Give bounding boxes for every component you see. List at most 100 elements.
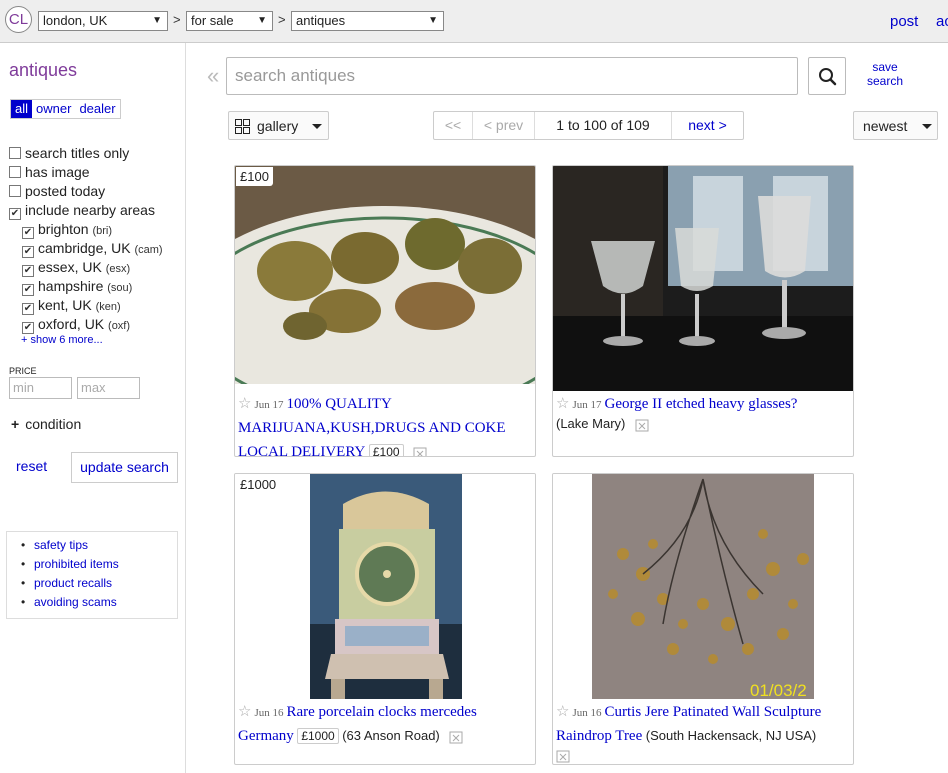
filter-posted-today[interactable]: posted today [9,183,105,201]
breadcrumb-separator: > [173,12,181,27]
save-search-link[interactable]: save search [866,60,904,88]
search-button[interactable] [808,57,846,95]
top-bar: CL london, UK ▼ > for sale ▼ > antiques … [0,0,948,43]
show-more-areas-link[interactable]: + show 6 more... [21,334,103,346]
craigslist-logo[interactable]: CL [5,6,32,33]
listing-title[interactable]: Rare porcelain clocks mercedes [286,704,476,720]
checkbox-checked[interactable]: ✔ [22,265,34,277]
prohibited-items-link[interactable]: prohibited items [34,557,119,571]
view-mode-select[interactable]: gallery [228,111,329,140]
account-link[interactable]: ac [936,13,948,30]
category-value: antiques [296,13,346,28]
price-badge: £100 [236,167,273,186]
collapse-sidebar-icon[interactable]: « [207,63,219,89]
listing-location: (63 Anson Road) [342,728,440,743]
listing-card[interactable]: 01/03/2 ☆ Jun 16 Curtis Jere Patinated Wal… [552,473,854,765]
listing-title[interactable]: MARIJUANA,KUSH,DRUGS AND COKE [238,420,506,436]
nearby-area-cambridge[interactable]: ✔ cambridge, UK (cam) [22,240,163,258]
checkbox[interactable] [9,185,21,197]
hide-listing-icon[interactable] [635,418,649,432]
sort-value: newest [863,118,908,134]
filter-include-nearby[interactable]: ✔ include nearby areas [9,202,155,220]
category-group-select[interactable]: for sale ▼ [186,11,273,31]
tab-all[interactable]: all [11,100,33,118]
nearby-area-brighton[interactable]: ✔ brighton (bri) [22,221,112,239]
filter-label: include nearby areas [25,202,155,218]
checkbox-checked[interactable]: ✔ [22,322,34,334]
product-recalls-link[interactable]: product recalls [34,576,112,590]
checkbox-checked[interactable]: ✔ [22,303,34,315]
hide-listing-icon[interactable] [556,749,570,763]
update-search-button[interactable]: update search [71,452,178,483]
checkbox-checked[interactable]: ✔ [22,227,34,239]
save-search-line: search [866,74,904,88]
favorite-star-icon[interactable]: ☆ [238,396,251,412]
listing-photo[interactable] [553,166,853,391]
seller-type-tabs: all owner dealer [10,99,121,119]
post-link[interactable]: post [890,13,918,30]
tab-owner[interactable]: owner [32,100,75,118]
chevron-down-icon: ▼ [428,15,438,26]
favorite-star-icon[interactable]: ☆ [556,704,569,720]
checkbox[interactable] [9,166,21,178]
listing-title[interactable]: Germany [238,728,294,744]
listing-card[interactable]: £100 ☆ Jun 17 100% QUALITY MARIJUANA,KUSH,… [234,165,536,457]
avoiding-scams-link[interactable]: avoiding scams [34,595,117,609]
area-label: essex, UK [38,259,102,275]
filter-search-titles[interactable]: search titles only [9,145,129,163]
next-page-button[interactable]: next > [672,112,743,139]
reset-button[interactable]: reset [16,458,47,474]
checkbox-checked[interactable]: ✔ [9,208,21,220]
price-min-input[interactable]: min [9,377,72,399]
listing-card[interactable]: £1000 ☆ Jun 16 Rare porcelain clocks merce… [234,473,536,765]
tab-dealer[interactable]: dealer [75,100,119,118]
area-label: hampshire [38,278,104,294]
listing-title[interactable]: George II etched heavy glasses? [604,396,797,412]
listing-title[interactable]: LOCAL DELIVERY [238,444,365,456]
listing-photo[interactable]: 01/03/2 [553,474,853,699]
category-select[interactable]: antiques ▼ [291,11,444,31]
list-item: product recalls [7,575,177,594]
area-label: brighton [38,221,89,237]
condition-label: condition [25,416,82,432]
listing-title[interactable]: Raindrop Tree [556,728,642,744]
listing-date: Jun 17 [572,399,602,411]
listing-title[interactable]: Curtis Jere Patinated Wall Sculpture [604,704,821,720]
location-select[interactable]: london, UK ▼ [38,11,168,31]
first-page-button[interactable]: << [434,112,473,139]
nearby-area-essex[interactable]: ✔ essex, UK (esx) [22,259,130,277]
nearby-area-oxford[interactable]: ✔ oxford, UK (oxf) [22,316,130,334]
nearby-area-hampshire[interactable]: ✔ hampshire (sou) [22,278,132,296]
prev-page-button[interactable]: < prev [473,112,535,139]
filter-sidebar: antiques all owner dealer search titles … [0,43,186,773]
category-group-value: for sale [191,13,234,28]
list-item: prohibited items [7,556,177,575]
favorite-star-icon[interactable]: ☆ [556,396,569,412]
plus-icon: + [11,416,20,432]
favorite-star-icon[interactable]: ☆ [238,704,251,720]
nearby-area-kent[interactable]: ✔ kent, UK (ken) [22,297,121,315]
listing-price: £100 [368,444,404,456]
area-abbr: (sou) [107,282,133,294]
checkbox-checked[interactable]: ✔ [22,284,34,296]
listing-date: Jun 17 [254,399,284,411]
checkbox[interactable] [9,147,21,159]
pagination: << < prev 1 to 100 of 109 next > [433,111,744,140]
safety-tips-link[interactable]: safety tips [34,538,88,552]
listing-photo[interactable] [235,166,535,384]
listing-photo[interactable] [235,474,535,699]
listing-card[interactable]: ☆ Jun 17 George II etched heavy glasses? (… [552,165,854,457]
location-select-value: london, UK [43,13,108,28]
hide-listing-icon[interactable] [413,446,427,457]
hide-listing-icon[interactable] [449,730,463,744]
price-max-input[interactable]: max [77,377,140,399]
sort-select[interactable]: newest [853,111,938,140]
checkbox-checked[interactable]: ✔ [22,246,34,258]
search-input[interactable]: search antiques [226,57,798,95]
filter-has-image[interactable]: has image [9,164,90,182]
price-label: PRICE [9,366,37,376]
condition-toggle[interactable]: + condition [11,416,81,432]
area-label: oxford, UK [38,316,105,332]
listing-title[interactable]: 100% QUALITY [286,396,391,412]
filter-label: search titles only [25,145,130,161]
